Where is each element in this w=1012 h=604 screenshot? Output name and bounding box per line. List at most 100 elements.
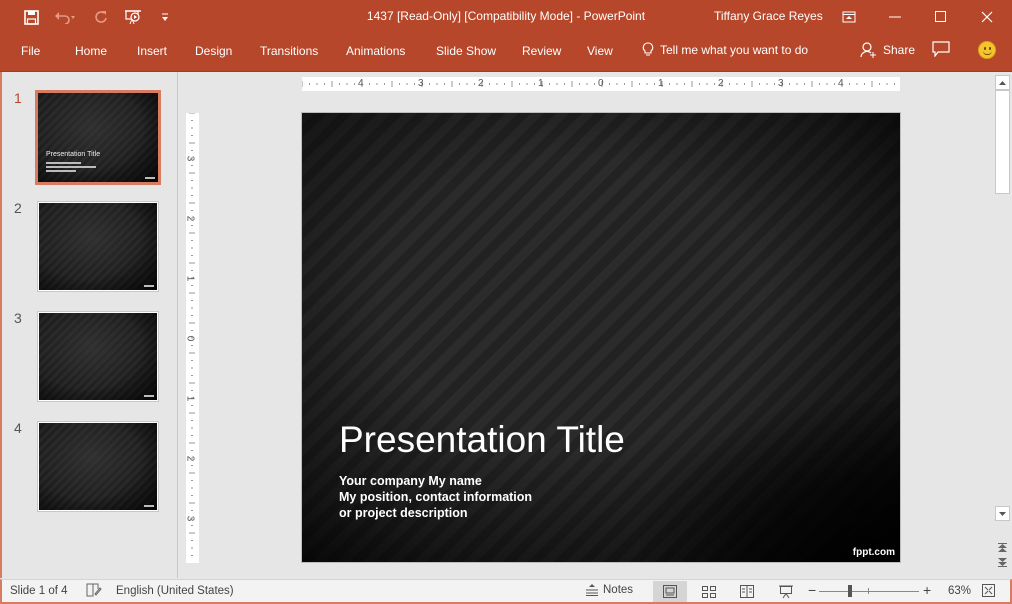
vertical-scrollbar[interactable] <box>995 73 1010 578</box>
ruler-label: 2 <box>718 78 724 89</box>
double-arrow-down-icon <box>998 557 1007 567</box>
maximize-button[interactable] <box>918 0 964 34</box>
thumbnail-title: Presentation Title <box>46 151 101 158</box>
slide-show-icon <box>779 585 793 598</box>
scroll-up-button[interactable] <box>995 75 1010 90</box>
zoom-level[interactable]: 63% <box>948 585 971 597</box>
ruler-label: 0 <box>598 78 604 89</box>
maximize-icon <box>935 11 946 22</box>
minimize-icon <box>889 16 901 18</box>
window-title: 1437 [Read-Only] [Compatibility Mode] - … <box>366 9 646 23</box>
subtitle-line: My position, contact information <box>339 490 533 504</box>
tab-slide-show[interactable]: Slide Show <box>436 44 496 58</box>
vertical-ruler[interactable]: 3 2 1 0 1 2 3 <box>184 113 199 563</box>
tab-view[interactable]: View <box>587 44 613 58</box>
ruler-label: 1 <box>538 78 544 89</box>
slide-indicator: Slide 1 of 4 <box>10 585 68 597</box>
comment-icon <box>932 41 950 58</box>
ribbon-display-icon <box>842 11 856 23</box>
redo-icon[interactable] <box>90 8 112 26</box>
ruler-label: 3 <box>184 155 196 162</box>
language-indicator[interactable]: English (United States) <box>116 585 234 597</box>
slide-logo: fppt.com <box>852 547 895 558</box>
reading-view-button[interactable] <box>730 581 764 602</box>
scroll-down-button[interactable] <box>995 506 1010 521</box>
spell-check-icon[interactable] <box>86 583 102 600</box>
lightbulb-icon <box>642 42 654 56</box>
subtitle-line: Your company My name <box>339 474 482 488</box>
tab-file[interactable]: File <box>21 44 40 58</box>
save-icon[interactable] <box>20 8 42 26</box>
next-slide-button[interactable] <box>995 555 1010 569</box>
arrow-down-icon <box>999 511 1006 516</box>
ruler-label: 2 <box>478 78 484 89</box>
zoom-slider[interactable] <box>819 591 919 592</box>
ruler-label: 1 <box>184 395 196 402</box>
reading-view-icon <box>740 585 754 598</box>
slide-thumbnail-4[interactable] <box>37 421 159 512</box>
slide-thumbnails-pane: 1 Presentation Title 2 3 4 <box>0 72 178 578</box>
ruler-label: 4 <box>358 78 364 89</box>
tell-me-search[interactable]: Tell me what you want to do <box>642 42 808 58</box>
ruler-label: 3 <box>418 78 424 89</box>
undo-icon[interactable] <box>52 8 80 26</box>
thumbnail-number: 1 <box>14 90 22 106</box>
notes-icon <box>586 584 598 596</box>
close-icon <box>981 11 993 23</box>
ruler-label: 3 <box>184 515 196 522</box>
double-arrow-up-icon <box>998 542 1007 552</box>
ribbon-display-options-button[interactable] <box>826 0 872 34</box>
notes-button[interactable]: Notes <box>586 584 633 596</box>
start-from-beginning-icon[interactable] <box>122 8 144 26</box>
ruler-label: 1 <box>658 78 664 89</box>
slide-subtitle[interactable]: Your company My name My position, contac… <box>339 473 532 521</box>
tab-design[interactable]: Design <box>195 44 232 58</box>
share-person-icon <box>860 42 876 58</box>
feedback-smiley-icon[interactable] <box>978 41 996 59</box>
ruler-label: 3 <box>778 78 784 89</box>
slide-show-view-button[interactable] <box>769 581 803 602</box>
share-label: Share <box>883 43 916 57</box>
ruler-label: 2 <box>184 455 196 462</box>
ruler-label: 0 <box>184 335 196 342</box>
slide-canvas[interactable]: Presentation Title Your company My name … <box>301 112 901 563</box>
slide-thumbnail-3[interactable] <box>37 311 159 402</box>
slide-sorter-view-button[interactable] <box>692 581 726 602</box>
user-name[interactable]: Tiffany Grace Reyes <box>714 9 823 23</box>
scrollbar-thumb[interactable] <box>995 90 1010 194</box>
customize-qat-icon[interactable] <box>154 8 176 26</box>
tab-review[interactable]: Review <box>522 44 561 58</box>
tell-me-text: Tell me what you want to do <box>660 43 809 57</box>
zoom-out-button[interactable]: − <box>808 582 816 598</box>
slide-thumbnail-2[interactable] <box>37 201 159 292</box>
previous-slide-button[interactable] <box>995 540 1010 554</box>
slide-thumbnail-1[interactable]: Presentation Title <box>35 90 161 185</box>
fit-to-window-icon <box>982 584 995 597</box>
fit-to-window-button[interactable] <box>982 584 995 600</box>
slide-sorter-icon <box>702 585 716 598</box>
zoom-in-button[interactable]: + <box>923 582 931 598</box>
share-button[interactable]: Share <box>860 42 915 58</box>
thumbnail-number: 3 <box>14 310 22 326</box>
ruler-label: 4 <box>838 78 844 89</box>
quick-access-toolbar <box>20 8 186 26</box>
thumbnail-number: 2 <box>14 200 22 216</box>
tab-home[interactable]: Home <box>75 44 107 58</box>
zoom-slider-thumb[interactable] <box>848 585 852 597</box>
normal-view-button[interactable] <box>653 581 687 602</box>
thumbnail-number: 4 <box>14 420 22 436</box>
subtitle-line: or project description <box>339 506 468 520</box>
tab-insert[interactable]: Insert <box>137 44 167 58</box>
ruler-label: 1 <box>184 275 196 282</box>
slide-title[interactable]: Presentation Title <box>339 419 625 461</box>
tab-transitions[interactable]: Transitions <box>260 44 318 58</box>
tab-animations[interactable]: Animations <box>346 44 405 58</box>
close-button[interactable] <box>964 0 1010 34</box>
arrow-up-icon <box>999 80 1006 85</box>
status-bar: Slide 1 of 4 English (United States) Not… <box>0 579 1012 604</box>
title-bar: 1437 [Read-Only] [Compatibility Mode] - … <box>0 0 1012 34</box>
horizontal-ruler[interactable]: 4 3 2 1 0 1 2 3 4 <box>302 77 900 91</box>
minimize-button[interactable] <box>872 0 918 34</box>
comments-button[interactable] <box>932 41 950 60</box>
ruler-label: 2 <box>184 215 196 222</box>
